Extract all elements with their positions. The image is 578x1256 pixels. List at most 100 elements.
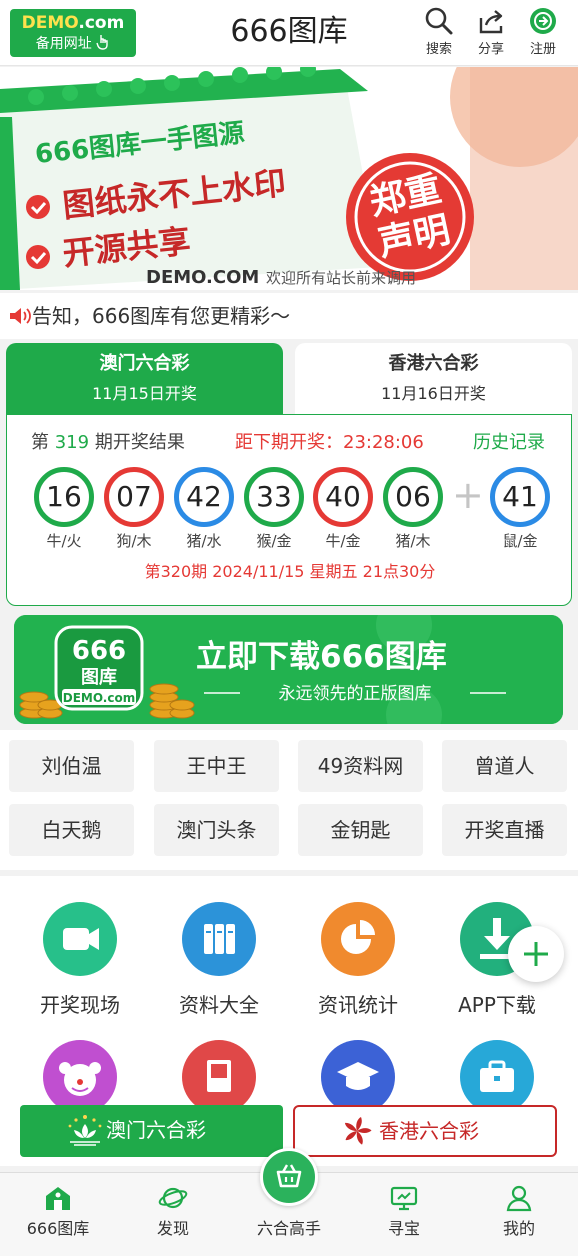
ball-zodiac: 狗/木	[116, 532, 152, 550]
tab-date: 11月15日开奖	[92, 384, 197, 403]
nav-treasure[interactable]: 寻宝	[354, 1183, 454, 1241]
quick-links-grid: 刘伯温 王中王 49资料网 曾道人 白天鹅 澳门头条 金钥匙 开奖直播	[0, 730, 578, 870]
download-banner-art: 666 图库 DEMO.com 立即下载666图库 永远领先的正版图库	[14, 615, 563, 724]
search-button[interactable]: 搜索	[416, 6, 462, 60]
macau-lottery-label: 澳门六合彩	[106, 1118, 206, 1142]
link-item[interactable]: 曾道人	[442, 740, 567, 792]
feature-item[interactable]	[427, 1040, 567, 1114]
plus-sign: +	[452, 473, 484, 517]
result-ball: 33	[244, 467, 304, 527]
link-item[interactable]: 白天鹅	[9, 804, 134, 856]
ball-zodiac: 牛/金	[325, 532, 361, 550]
clown-icon	[43, 1040, 117, 1114]
ball-zodiac: 鼠/金	[502, 532, 538, 550]
nav-discover[interactable]: 发现	[123, 1183, 223, 1241]
floating-add-button[interactable]	[508, 926, 564, 982]
graduation-cap-icon	[321, 1040, 395, 1114]
link-item[interactable]: 澳门头条	[154, 804, 279, 856]
app-logo-name: 图库	[81, 666, 117, 688]
nav-home[interactable]: 666图库	[8, 1183, 108, 1241]
basket-icon	[276, 1164, 302, 1188]
tab-name: 香港六合彩	[388, 353, 479, 374]
register-button[interactable]: 注册	[520, 6, 566, 60]
tab-hongkong-lottery[interactable]: 香港六合彩 11月16日开奖	[295, 343, 572, 415]
result-ball: 06	[383, 467, 443, 527]
next-draw-info: 第320期 2024/11/15 星期五 21点30分	[144, 562, 436, 581]
banner-footer-text: 欢迎所有站长前来调用	[266, 269, 416, 287]
feature-label: 资料大全	[179, 993, 259, 1017]
nav-label: 我的	[502, 1219, 535, 1238]
statement-banner[interactable]: 郑重 声明 666图库一手图源 图纸永不上水印 开源共享 DEMO.COM 欢迎…	[0, 67, 578, 290]
result-ball: 42	[174, 467, 234, 527]
link-item[interactable]: 开奖直播	[442, 804, 567, 856]
app-header: DEMO.com 备用网址 666图库 搜索 分享 注册	[0, 0, 578, 66]
speaker-icon	[10, 308, 31, 324]
feature-label: 开奖现场	[40, 993, 120, 1017]
register-label: 注册	[529, 42, 556, 57]
books-icon	[182, 902, 256, 976]
nav-mine[interactable]: 我的	[469, 1183, 569, 1241]
link-item[interactable]: 金钥匙	[298, 804, 423, 856]
macau-lottery-button[interactable]: 澳门六合彩	[20, 1105, 283, 1157]
ball-zodiac: 猪/木	[395, 532, 431, 550]
search-icon	[425, 7, 453, 35]
ball-zodiac: 猪/水	[186, 532, 222, 550]
banner-art: 郑重 声明 666图库一手图源 图纸永不上水印 开源共享 DEMO.COM 欢迎…	[0, 67, 578, 290]
link-item[interactable]: 王中王	[154, 740, 279, 792]
hongkong-lottery-label: 香港六合彩	[379, 1119, 479, 1143]
center-experts-button[interactable]	[260, 1148, 318, 1206]
feature-stats[interactable]: 资讯统计	[288, 902, 428, 1018]
feature-item[interactable]	[288, 1040, 428, 1114]
nav-label: 寻宝	[387, 1219, 420, 1238]
nav-label: 666图库	[26, 1219, 90, 1238]
download-headline: 立即下载666图库	[196, 639, 447, 675]
tab-name: 澳门六合彩	[99, 353, 190, 374]
link-item[interactable]: 49资料网	[298, 740, 423, 792]
lotus-icon	[68, 1115, 102, 1146]
countdown-text: 距下期开奖：23:28:06	[235, 432, 424, 453]
result-ball: 16	[34, 467, 94, 527]
plus-icon	[524, 942, 548, 966]
download-subline: 永远领先的正版图库	[279, 684, 432, 704]
user-icon	[506, 1185, 532, 1212]
planet-icon	[158, 1187, 188, 1209]
video-icon	[43, 902, 117, 976]
share-button[interactable]: 分享	[468, 6, 514, 60]
result-ball: 07	[104, 467, 164, 527]
share-label: 分享	[477, 42, 504, 57]
draw-result-card: 第 319 期开奖结果 距下期开奖：23:28:06 历史记录 16 牛/火 0…	[6, 414, 572, 606]
share-icon	[479, 10, 503, 34]
monitor-icon	[390, 1186, 418, 1211]
book-icon	[182, 1040, 256, 1114]
feature-data-collection[interactable]: 资料大全	[149, 902, 289, 1018]
banner-brand: DEMO.COM	[146, 267, 259, 288]
app-logo-number: 666	[72, 636, 126, 666]
special-ball: 41	[490, 467, 550, 527]
feature-draw-live[interactable]: 开奖现场	[10, 902, 150, 1018]
nav-label: 六合高手	[256, 1219, 321, 1238]
app-logo-domain: DEMO.com	[63, 691, 135, 705]
search-label: 搜索	[425, 42, 452, 57]
feature-label: 资讯统计	[318, 993, 398, 1017]
feature-label: APP下载	[458, 993, 536, 1017]
notice-text: 告知，666图库有您更精彩～	[32, 304, 291, 328]
tab-macau-lottery[interactable]: 澳门六合彩 11月15日开奖	[6, 343, 283, 415]
notice-bar[interactable]: 告知，666图库有您更精彩～	[0, 293, 578, 339]
feature-item[interactable]	[149, 1040, 289, 1114]
bauhinia-icon	[344, 1117, 372, 1145]
register-icon	[530, 8, 556, 34]
hongkong-lottery-button[interactable]: 香港六合彩	[293, 1105, 557, 1157]
link-item[interactable]: 刘伯温	[9, 740, 134, 792]
issue-number: 319	[54, 432, 90, 453]
ball-zodiac: 猴/金	[256, 532, 292, 550]
feature-item[interactable]	[10, 1040, 150, 1114]
issue-title: 第 319 期开奖结果	[31, 432, 185, 453]
tab-date: 11月16日开奖	[381, 384, 486, 403]
briefcase-icon	[460, 1040, 534, 1114]
result-ball: 40	[313, 467, 373, 527]
history-link[interactable]: 历史记录	[473, 431, 545, 455]
download-app-banner[interactable]: 666 图库 DEMO.com 立即下载666图库 永远领先的正版图库	[14, 615, 563, 724]
ball-zodiac: 牛/火	[46, 532, 82, 550]
pie-chart-icon	[321, 902, 395, 976]
home-icon	[46, 1187, 70, 1210]
